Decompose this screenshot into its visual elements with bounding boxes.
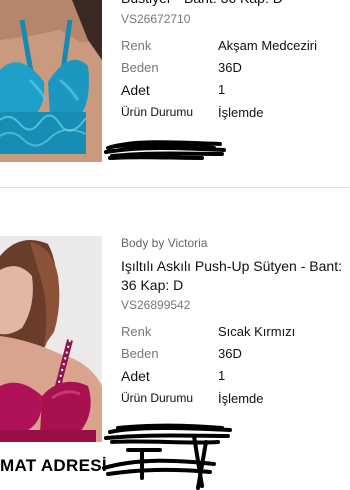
detail-value: 36D <box>218 346 242 361</box>
detail-row-quantity: Adet 1 <box>121 368 350 388</box>
detail-value: Akşam Medceziri <box>218 38 317 53</box>
detail-label: Beden <box>121 60 159 75</box>
product-sku: VS26899542 <box>121 298 191 312</box>
redaction-scribble <box>102 423 232 490</box>
detail-label: Adet <box>121 82 150 98</box>
order-divider <box>0 187 350 188</box>
detail-row-size: Beden 36D <box>121 346 350 366</box>
delivery-address-heading: MAT ADRESİ <box>0 456 107 475</box>
product-brand: Body by Victoria <box>121 236 208 250</box>
detail-label: Beden <box>121 346 159 361</box>
detail-value: 1 <box>218 368 226 383</box>
detail-value: 1 <box>218 82 226 97</box>
detail-value: İşlemde <box>218 391 264 406</box>
product-image[interactable] <box>0 236 102 442</box>
product-name[interactable]: Bustiyer - Bant: 36 Kap: D <box>121 0 350 8</box>
detail-row-quantity: Adet 1 <box>121 82 350 102</box>
detail-value: İşlemde <box>218 105 264 120</box>
detail-label: Renk <box>121 38 152 53</box>
order-item-card[interactable]: Bustiyer - Bant: 36 Kap: D VS26672710 Re… <box>0 0 350 185</box>
detail-row-status: Ürün Durumu İşlemde <box>121 391 350 411</box>
detail-row-color: Renk Akşam Medceziri <box>121 38 350 58</box>
detail-label: Adet <box>121 368 150 384</box>
product-name[interactable]: Işıltılı Askılı Push-Up Sütyen - Bant: 3… <box>121 257 350 295</box>
detail-label: Renk <box>121 324 152 339</box>
detail-row-status: Ürün Durumu İşlemde <box>121 105 350 125</box>
detail-label: Ürün Durumu <box>121 105 194 119</box>
detail-row-size: Beden 36D <box>121 60 350 80</box>
detail-row-color: Renk Sıcak Kırmızı <box>121 324 350 344</box>
redaction-scribble <box>104 140 226 160</box>
product-sku: VS26672710 <box>121 12 191 26</box>
product-image[interactable] <box>0 0 102 162</box>
detail-value: 36D <box>218 60 242 75</box>
detail-value: Sıcak Kırmızı <box>218 324 296 339</box>
detail-label: Ürün Durumu <box>121 391 194 405</box>
